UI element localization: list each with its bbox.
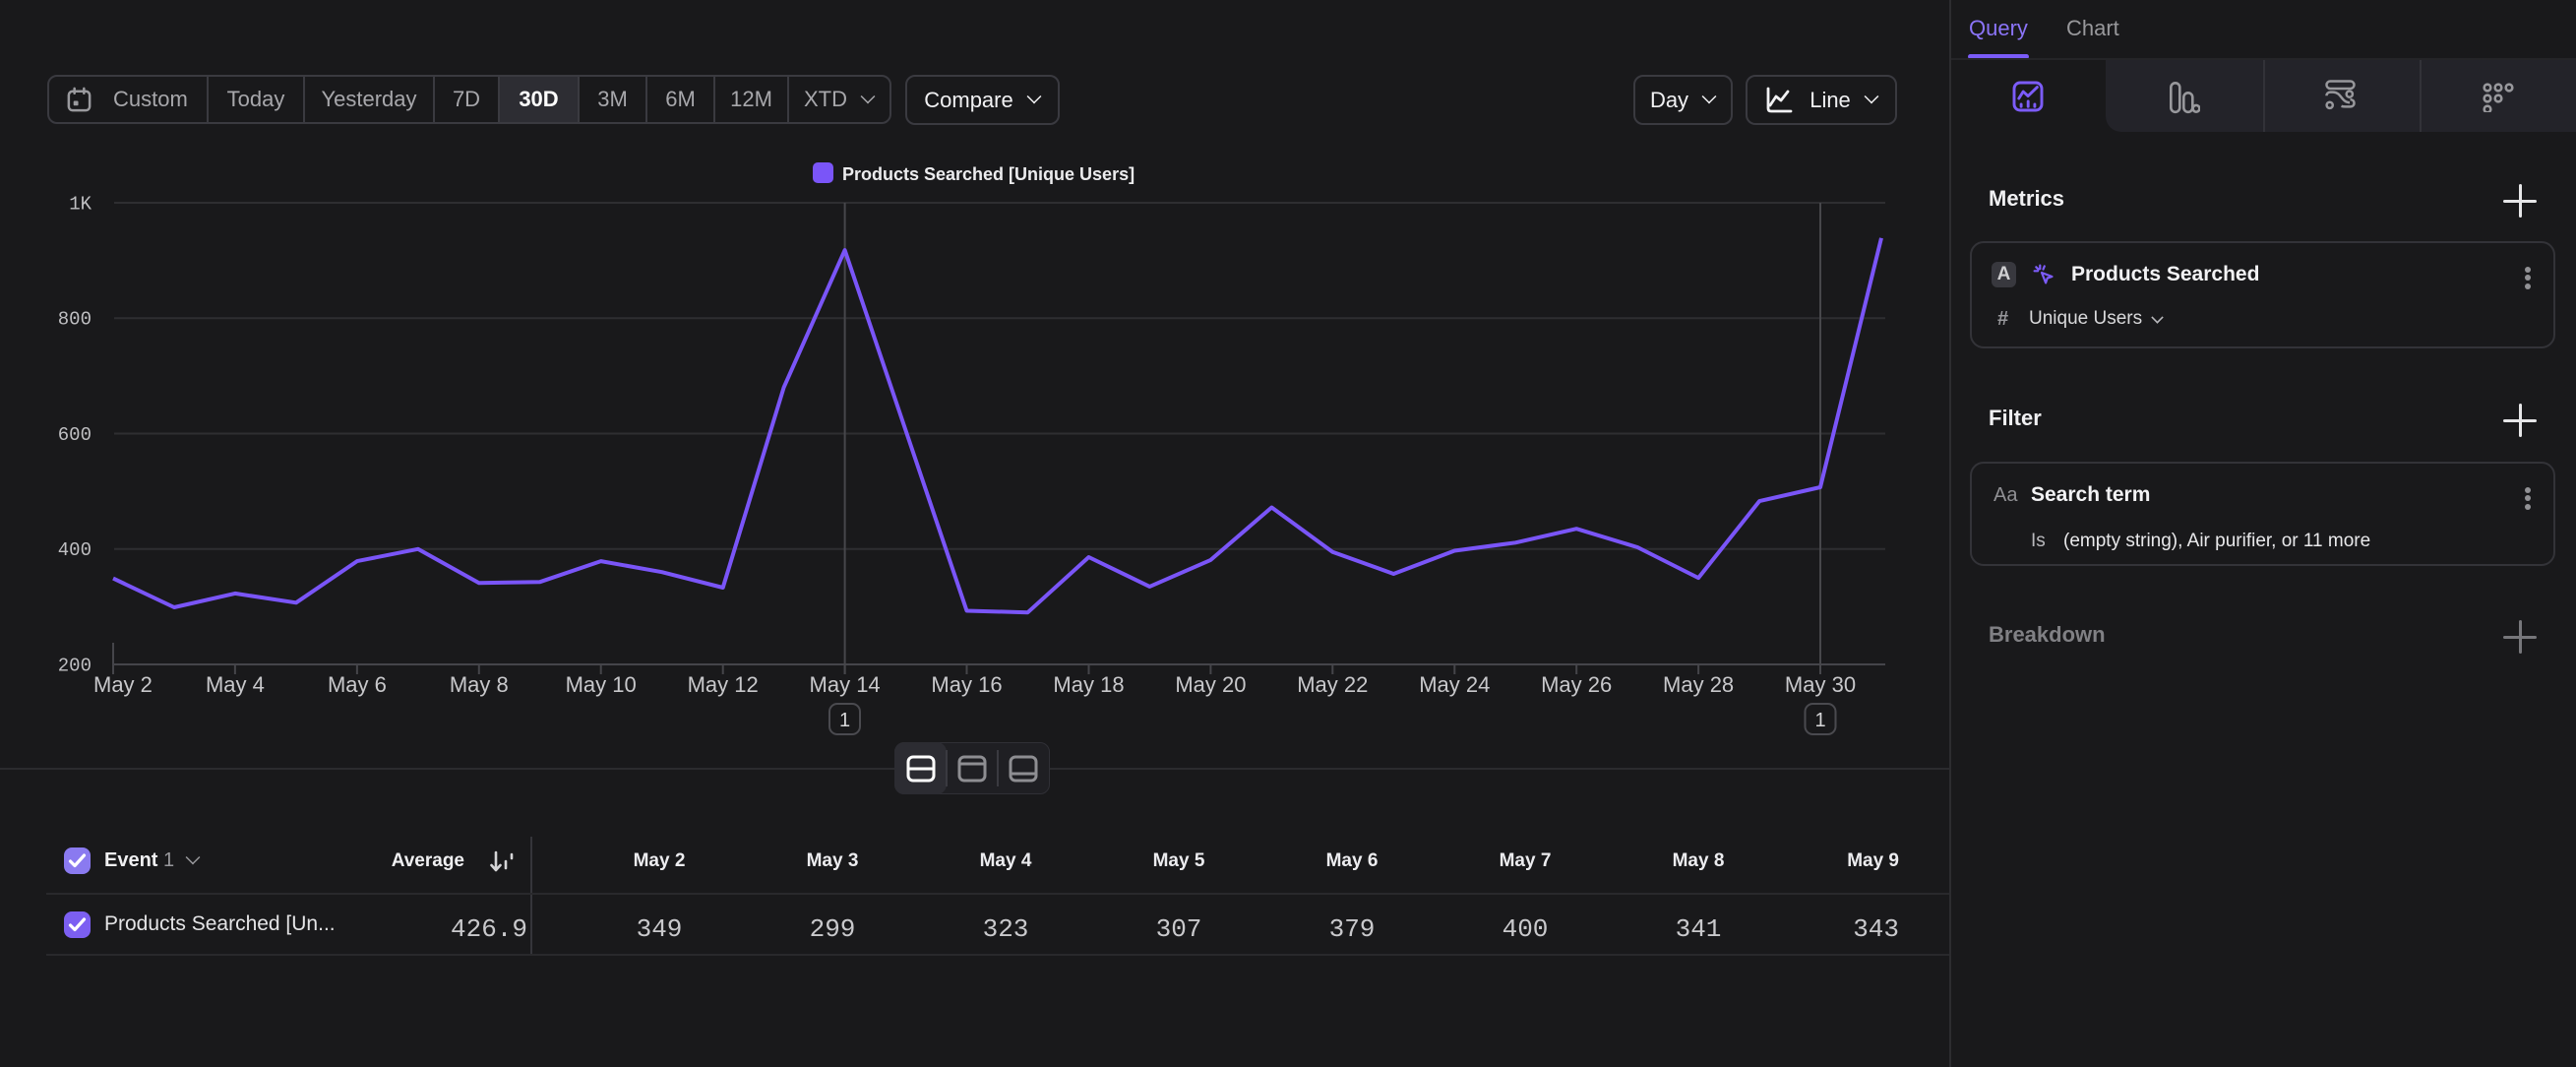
svg-text:Products Searched [Unique User: Products Searched [Unique Users] xyxy=(842,164,1135,184)
svg-text:May 8: May 8 xyxy=(450,672,509,697)
svg-text:May 22: May 22 xyxy=(1297,672,1368,697)
svg-text:May 24: May 24 xyxy=(1419,672,1490,697)
svg-text:May 2: May 2 xyxy=(93,672,153,697)
svg-text:May 30: May 30 xyxy=(1785,672,1856,697)
svg-text:1: 1 xyxy=(839,710,850,731)
svg-text:May 20: May 20 xyxy=(1175,672,1246,697)
svg-text:May 16: May 16 xyxy=(931,672,1002,697)
svg-text:400: 400 xyxy=(58,539,92,561)
svg-text:1K: 1K xyxy=(69,194,92,216)
svg-text:May 18: May 18 xyxy=(1053,672,1124,697)
svg-text:May 26: May 26 xyxy=(1541,672,1612,697)
svg-text:May 10: May 10 xyxy=(566,672,637,697)
svg-text:May 12: May 12 xyxy=(688,672,759,697)
svg-text:May 6: May 6 xyxy=(328,672,387,697)
svg-text:May 28: May 28 xyxy=(1663,672,1734,697)
svg-text:200: 200 xyxy=(58,656,92,677)
svg-text:800: 800 xyxy=(58,309,92,331)
svg-text:May 14: May 14 xyxy=(810,672,881,697)
svg-text:May 4: May 4 xyxy=(206,672,265,697)
svg-text:600: 600 xyxy=(58,424,92,446)
svg-text:1: 1 xyxy=(1814,710,1825,731)
